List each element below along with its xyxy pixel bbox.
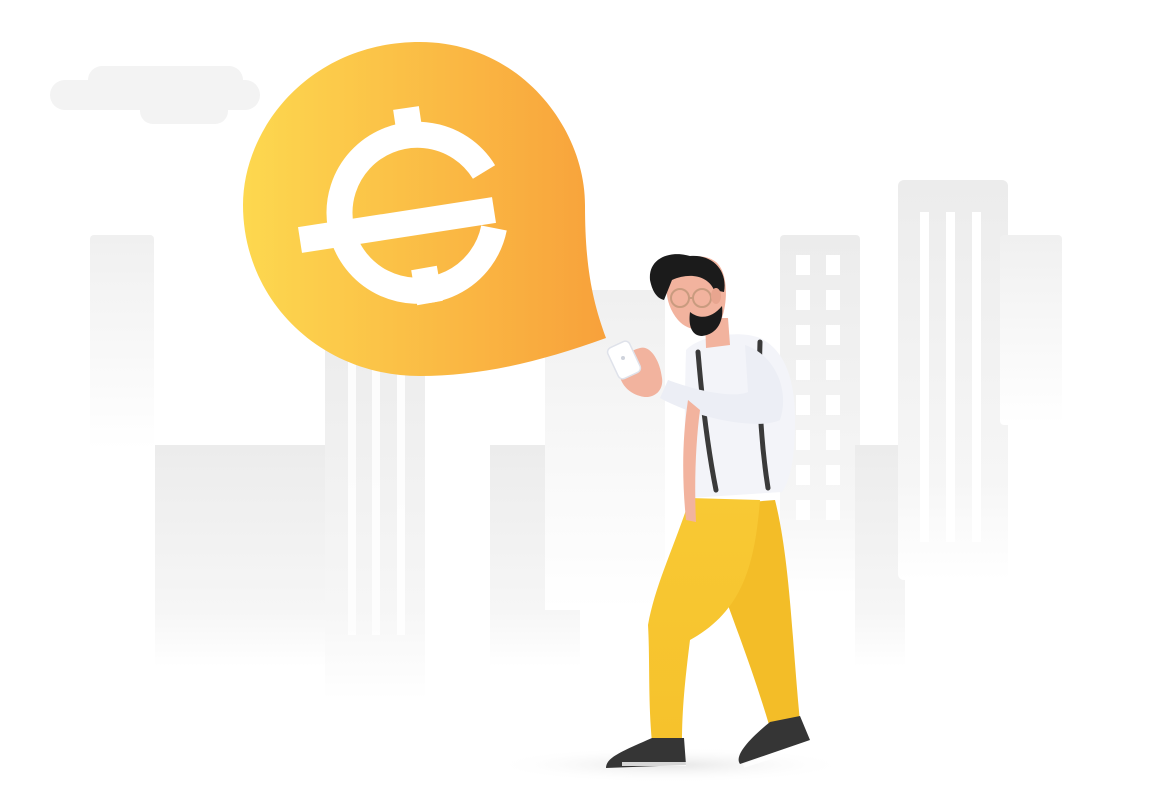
building [90,235,154,450]
illustration-canvas [50,42,1062,783]
building [1000,235,1062,425]
cloud [50,66,260,124]
building [155,445,345,667]
currency-bubble [243,42,606,376]
building [855,445,905,667]
